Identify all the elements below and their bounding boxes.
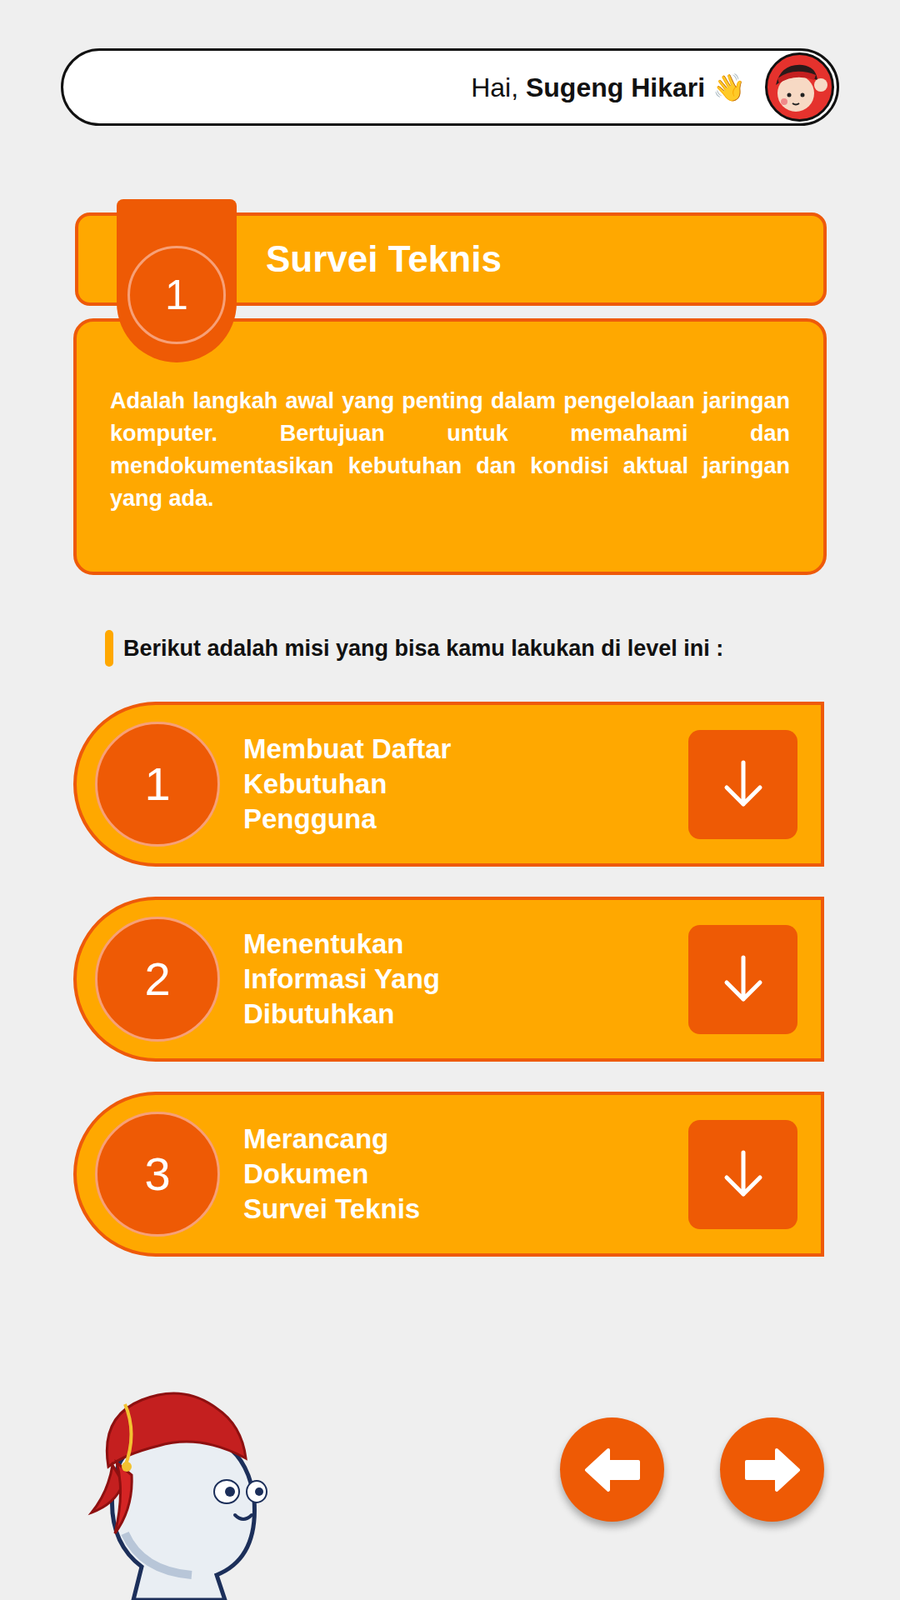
arrow-down-icon [721,1149,765,1200]
mission-title: Merancang Dokumen Survei Teknis [243,1121,475,1227]
expand-button[interactable] [688,1120,798,1230]
missions-heading: Berikut adalah misi yang bisa kamu lakuk… [105,630,827,667]
mission-number-badge: 2 [95,916,220,1042]
greeting: Hai, Sugeng Hikari 👋 [470,67,746,108]
level-number-badge: 1 [127,245,226,345]
level-ribbon: 1 [116,199,237,363]
level-description: Adalah langkah awal yang penting dalam p… [110,385,790,515]
app: Hai, Sugeng Hikari 👋 Survei Teknis Adalah … [0,0,900,1600]
mission-list: 1Membuat Daftar Kebutuhan Pengguna2Menen… [73,701,827,1257]
mission-title: Menentukan Informasi Yang Dibutuhkan [243,926,475,1032]
arrow-down-icon [721,759,765,810]
level-card: Survei Teknis Adalah langkah awal yang pe… [73,199,827,575]
level-title: Survei Teknis [265,231,502,287]
mascot [75,1366,300,1600]
arrow-right-icon [738,1436,807,1504]
mission-card[interactable]: 2Menentukan Informasi Yang Dibutuhkan [73,896,825,1062]
arrow-down-icon [721,954,765,1005]
mission-card[interactable]: 3Merancang Dokumen Survei Teknis [73,1091,825,1257]
avatar[interactable] [764,51,835,123]
mission-number-badge: 1 [95,721,220,847]
expand-button[interactable] [688,730,798,840]
next-button[interactable] [720,1417,825,1522]
avatar-icon [764,51,835,123]
previous-button[interactable] [560,1417,665,1522]
arrow-left-icon [578,1436,647,1504]
mission-title: Membuat Daftar Kebutuhan Pengguna [243,731,475,837]
mission-card[interactable]: 1Membuat Daftar Kebutuhan Pengguna [73,701,825,867]
header-bar: Hai, Sugeng Hikari 👋 [60,48,840,126]
expand-button[interactable] [688,925,798,1035]
bottom-bar [0,1256,900,1600]
mission-number-badge: 3 [95,1111,220,1237]
mascot-icon [75,1366,300,1600]
